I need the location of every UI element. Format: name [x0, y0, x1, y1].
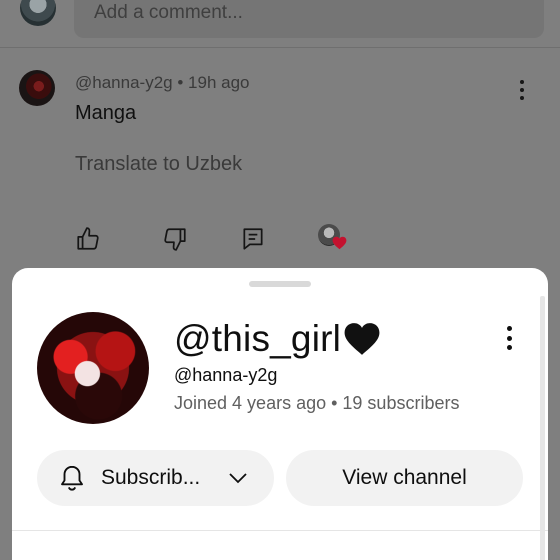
meta-separator: • [177, 73, 184, 92]
comment-time: 19h ago [188, 73, 250, 92]
channel-stats: Joined 4 years ago • 19 subscribers [174, 393, 460, 413]
black-heart-icon [344, 323, 380, 355]
comment-text: Manga [75, 102, 137, 124]
drag-handle[interactable] [249, 281, 311, 287]
comment-meta: @hanna-y2g • 19h ago [75, 73, 249, 93]
thumbs-down-icon[interactable] [162, 226, 188, 252]
channel-name-text: @this_girl [174, 318, 342, 359]
chevron-down-icon[interactable] [226, 466, 250, 490]
subscribe-label: Subscrib... [101, 466, 201, 489]
comment-more-icon[interactable] [512, 78, 532, 102]
reply-icon[interactable] [240, 226, 266, 252]
channel-name: @this_girl [174, 318, 381, 360]
comment-item: @hanna-y2g • 19h ago Manga Translate to … [0, 62, 560, 267]
red-heart-icon [332, 236, 347, 250]
divider [12, 530, 548, 531]
channel-avatar[interactable] [37, 312, 149, 424]
comment-author[interactable]: @hanna-y2g [75, 73, 173, 92]
bell-icon [61, 465, 83, 491]
view-channel-button[interactable]: View channel [286, 450, 523, 506]
thumbs-up-icon[interactable] [75, 226, 101, 252]
subscribe-button[interactable]: Subscrib... [37, 450, 274, 506]
view-channel-label: View channel [342, 466, 467, 489]
channel-bottom-sheet: @this_girl @hanna-y2g Joined 4 years ago… [12, 268, 548, 560]
channel-handle: @hanna-y2g [174, 365, 278, 385]
sheet-more-icon[interactable] [502, 324, 516, 352]
add-comment-row: Add a comment... [0, 0, 560, 48]
comment-author-avatar[interactable] [19, 70, 55, 106]
comment-input[interactable]: Add a comment... [74, 0, 544, 38]
user-avatar [20, 0, 56, 26]
scrollbar[interactable] [540, 296, 545, 560]
creator-heart-icon [318, 224, 348, 254]
translate-link[interactable]: Translate to Uzbek [75, 153, 242, 176]
